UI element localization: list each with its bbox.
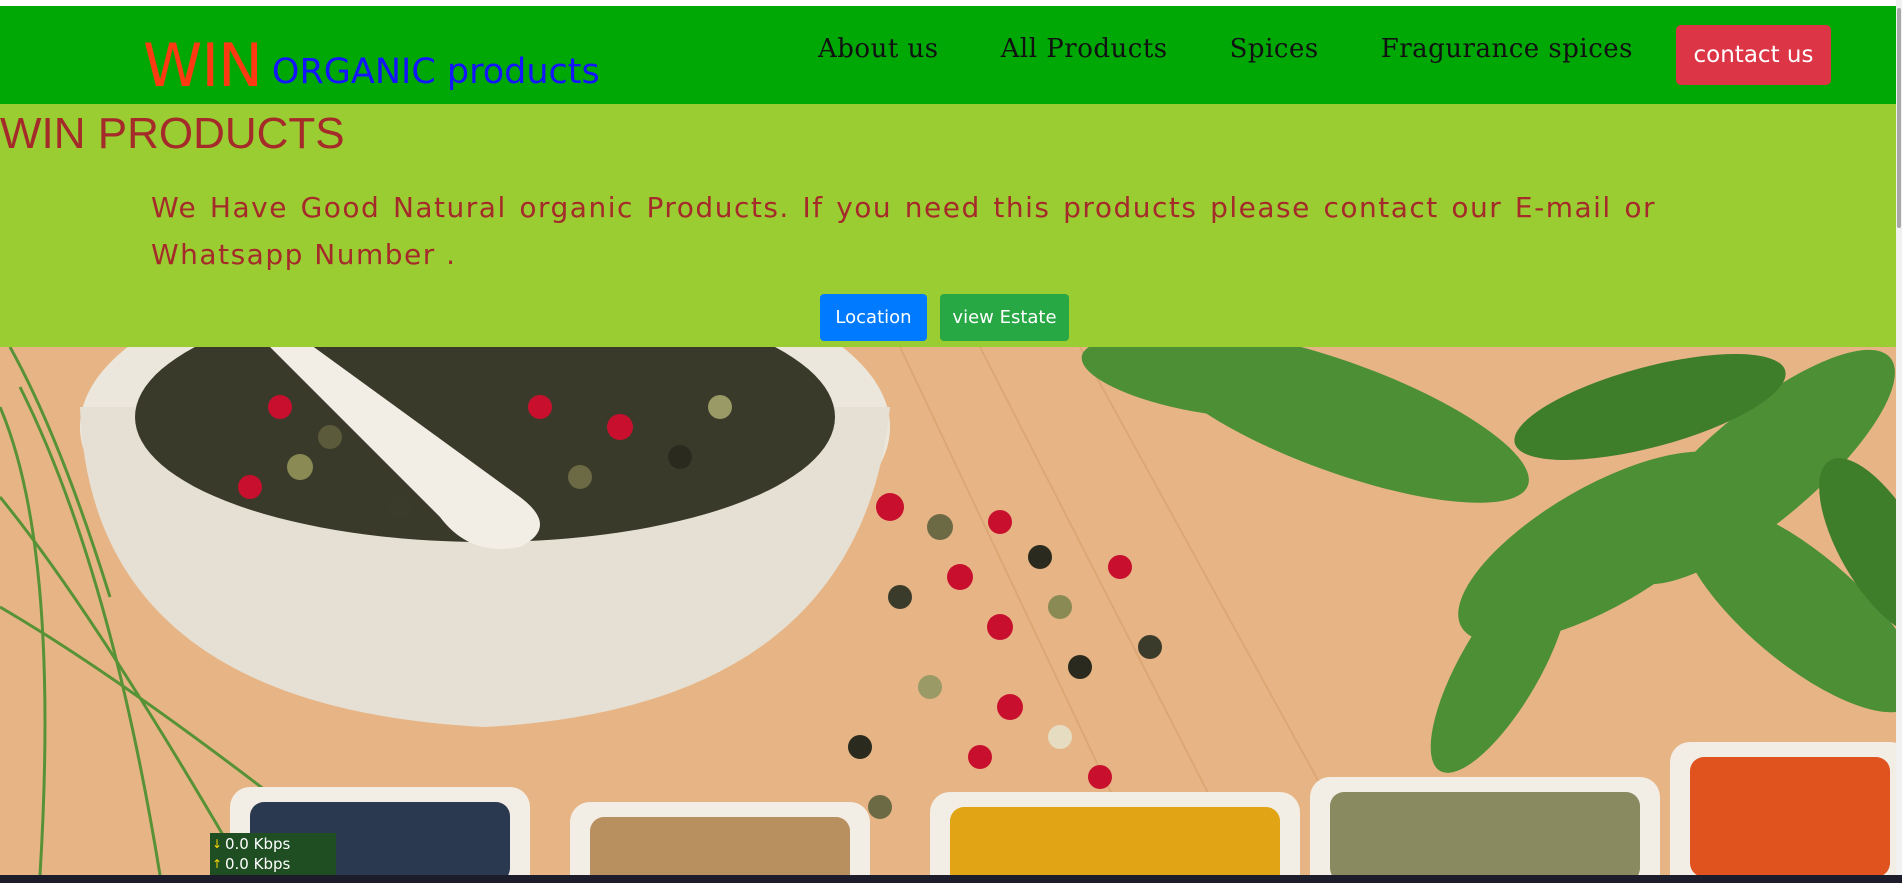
upload-arrow-icon: ↑ <box>212 857 223 871</box>
download-speed: 0.0 Kbps <box>225 835 291 853</box>
nav-link-fragurance-spices[interactable]: Fragurance spices <box>1381 34 1633 64</box>
hero-section: WIN PRODUCTS We Have Good Natural organi… <box>0 104 1896 347</box>
download-arrow-icon: ↓ <box>212 837 223 851</box>
page-title: WIN PRODUCTS <box>0 109 345 158</box>
network-speed-widget: ↓ 0.0 Kbps ↑ 0.0 Kbps <box>210 833 336 875</box>
contact-us-button[interactable]: contact us <box>1676 25 1831 85</box>
navbar: WIN ORGANIC products About us All Produc… <box>0 6 1896 104</box>
hero-spices-photo <box>0 347 1896 875</box>
scrollbar-thumb[interactable] <box>1897 8 1901 228</box>
location-button[interactable]: Location <box>820 294 927 341</box>
upload-speed: 0.0 Kbps <box>225 855 291 873</box>
brand-subtitle: ORGANIC products <box>271 52 600 92</box>
nav-link-spices[interactable]: Spices <box>1230 34 1319 64</box>
hero-description: We Have Good Natural organic Products. I… <box>151 191 1656 271</box>
brand-logo[interactable]: WIN ORGANIC products <box>143 18 600 98</box>
nav-links: About us All Products Spices Fragurance … <box>818 34 1633 64</box>
vertical-scrollbar[interactable] <box>1896 0 1902 883</box>
nav-link-all-products[interactable]: All Products <box>1001 34 1168 64</box>
taskbar-edge <box>0 875 1902 883</box>
brand-win: WIN <box>143 31 263 101</box>
view-estate-button[interactable]: view Estate <box>940 294 1069 341</box>
nav-link-about-us[interactable]: About us <box>818 34 939 64</box>
